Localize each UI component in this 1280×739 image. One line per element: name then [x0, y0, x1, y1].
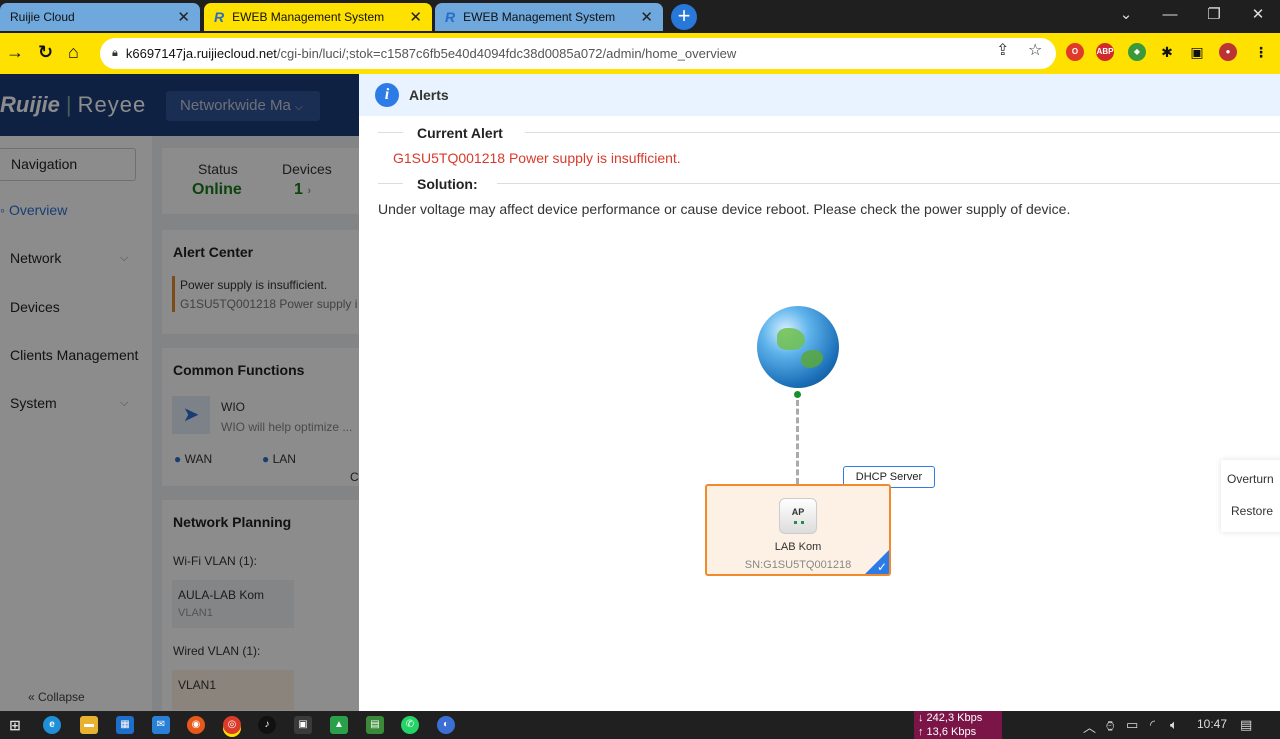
tiktok-icon[interactable]: ♪	[258, 716, 276, 734]
divider	[378, 132, 403, 133]
close-icon[interactable]: ✕	[177, 8, 190, 26]
overturn-button[interactable]: Overturn	[1227, 472, 1274, 486]
close-window-icon[interactable]: ✕	[1236, 0, 1280, 33]
globe-land	[801, 350, 823, 368]
drive-icon[interactable]: ▲	[330, 716, 348, 734]
tab-eweb-active[interactable]: R EWEB Management System ✕	[204, 3, 432, 31]
divider	[497, 183, 1280, 184]
close-icon[interactable]: ✕	[640, 8, 653, 26]
file-explorer-icon[interactable]: ▬	[80, 716, 98, 734]
restore-window-icon[interactable]: ❐	[1192, 0, 1236, 33]
restore-button[interactable]: Restore	[1231, 504, 1273, 518]
browser-tab-bar: Ruijie Cloud ✕ R EWEB Management System …	[0, 0, 1280, 33]
opera-extension-icon[interactable]: O	[1066, 43, 1084, 61]
solution-label: Solution:	[417, 176, 478, 192]
extension-icon[interactable]: ◆	[1128, 43, 1146, 61]
whatsapp-icon[interactable]: ✆	[401, 716, 419, 734]
lock-icon: 🔒︎	[112, 47, 118, 59]
network-speed-meter: ↓ 242,3 Kbps ↑ 13,6 Kbps	[914, 711, 1002, 739]
tab-ruijie-cloud[interactable]: Ruijie Cloud ✕	[0, 3, 200, 31]
mail-icon[interactable]: ✉	[152, 716, 170, 734]
link-status-dot	[794, 391, 801, 398]
firefox-icon[interactable]: ◉	[187, 716, 205, 734]
device-name: LAB Kom	[774, 541, 822, 553]
alerts-panel-header: i Alerts	[359, 74, 1280, 116]
adblock-extension-icon[interactable]: ABP	[1096, 43, 1114, 61]
globe-land	[777, 328, 805, 350]
home-icon[interactable]: ⌂	[68, 42, 79, 63]
divider	[525, 132, 1280, 133]
ruijie-r-icon: R	[214, 9, 225, 25]
store-icon[interactable]: ▦	[116, 716, 134, 734]
info-icon: i	[375, 83, 399, 107]
upload-speed: ↑ 13,6 Kbps	[918, 726, 977, 738]
current-alert-message: G1SU5TQ001218 Power supply is insufficie…	[393, 150, 681, 166]
download-speed: ↓ 242,3 Kbps	[918, 712, 983, 724]
tab-eweb[interactable]: R EWEB Management System ✕	[435, 3, 663, 31]
page-content: Ruijie | Reyee Networkwide Ma ⌵ Navigation…	[0, 74, 1280, 711]
bookmark-star-icon[interactable]: ☆	[1028, 40, 1042, 60]
wifi-icon[interactable]: ◜	[1150, 717, 1155, 733]
device-serial: SN:G1SU5TQ001218	[744, 559, 852, 571]
topology-controls: Overturn Restore	[1221, 460, 1280, 532]
puzzle-extensions-icon[interactable]: ✱	[1158, 43, 1176, 61]
menu-dots-icon[interactable]: ⋮	[1252, 43, 1270, 61]
notification-icon[interactable]: ▤	[1240, 717, 1252, 733]
new-tab-button[interactable]: +	[671, 4, 697, 30]
meet-icon[interactable]: ⌚︎	[1104, 717, 1117, 736]
tab-title: EWEB Management System	[232, 10, 385, 24]
modal-overlay[interactable]	[0, 74, 360, 711]
access-point-icon: AP	[779, 498, 817, 534]
solution-text: Under voltage may affect device performa…	[378, 201, 1071, 217]
chevron-down-icon[interactable]: ⌄	[1104, 0, 1148, 33]
browser-toolbar: → ↻ ⌂ 🔒︎ k6697147ja.ruijiecloud.net/cgi-…	[0, 33, 1280, 74]
url-text: k6697147ja.ruijiecloud.net/cgi-bin/luci/…	[125, 46, 737, 61]
ruijie-r-icon: R	[445, 9, 456, 25]
task-view-icon[interactable]: ⊞	[6, 716, 24, 734]
alerts-panel: i Alerts Current Alert G1SU5TQ001218 Pow…	[359, 74, 1280, 711]
tab-title: EWEB Management System	[463, 10, 616, 24]
side-panel-icon[interactable]: ▣	[1188, 43, 1206, 61]
reload-icon[interactable]: ↻	[38, 42, 53, 63]
alerts-panel-title: Alerts	[409, 87, 449, 103]
volume-icon[interactable]: 🔈︎	[1170, 717, 1178, 733]
check-icon: ✓	[876, 560, 887, 574]
chevron-up-icon[interactable]: ︿	[1083, 717, 1096, 736]
app-icon[interactable]: ◐	[437, 716, 455, 734]
video-editor-icon[interactable]: ▣	[294, 716, 312, 734]
close-icon[interactable]: ✕	[409, 8, 422, 26]
share-icon[interactable]: ⇪	[996, 40, 1009, 60]
device-node[interactable]: AP LAB Kom SN:G1SU5TQ001218 ✓	[705, 484, 891, 576]
chrome-icon[interactable]: ◎	[223, 716, 241, 734]
address-bar[interactable]: 🔒︎ k6697147ja.ruijiecloud.net/cgi-bin/lu…	[100, 38, 1056, 69]
led-indicator	[794, 521, 804, 525]
internet-globe-icon[interactable]	[757, 306, 839, 388]
clock[interactable]: 10:47	[1197, 717, 1227, 731]
avatar[interactable]: ●	[1219, 43, 1237, 61]
tab-title: Ruijie Cloud	[10, 10, 75, 24]
minimize-icon[interactable]: —	[1148, 0, 1192, 33]
current-alert-label: Current Alert	[417, 125, 503, 141]
forward-icon[interactable]: →	[6, 42, 24, 63]
photos-icon[interactable]: ▤	[366, 716, 384, 734]
topology-link	[796, 400, 799, 484]
device-type: AP	[791, 507, 805, 517]
edge-icon[interactable]: e	[43, 716, 61, 734]
divider	[378, 183, 403, 184]
windows-taskbar: ⊞ e ▬ ▦ ✉ ◉ ◎ ♪ ▣ ▲ ▤ ✆ ◐ ↓ 242,3 Kbps ↑…	[0, 711, 1280, 739]
battery-icon[interactable]: ▭	[1126, 717, 1138, 733]
